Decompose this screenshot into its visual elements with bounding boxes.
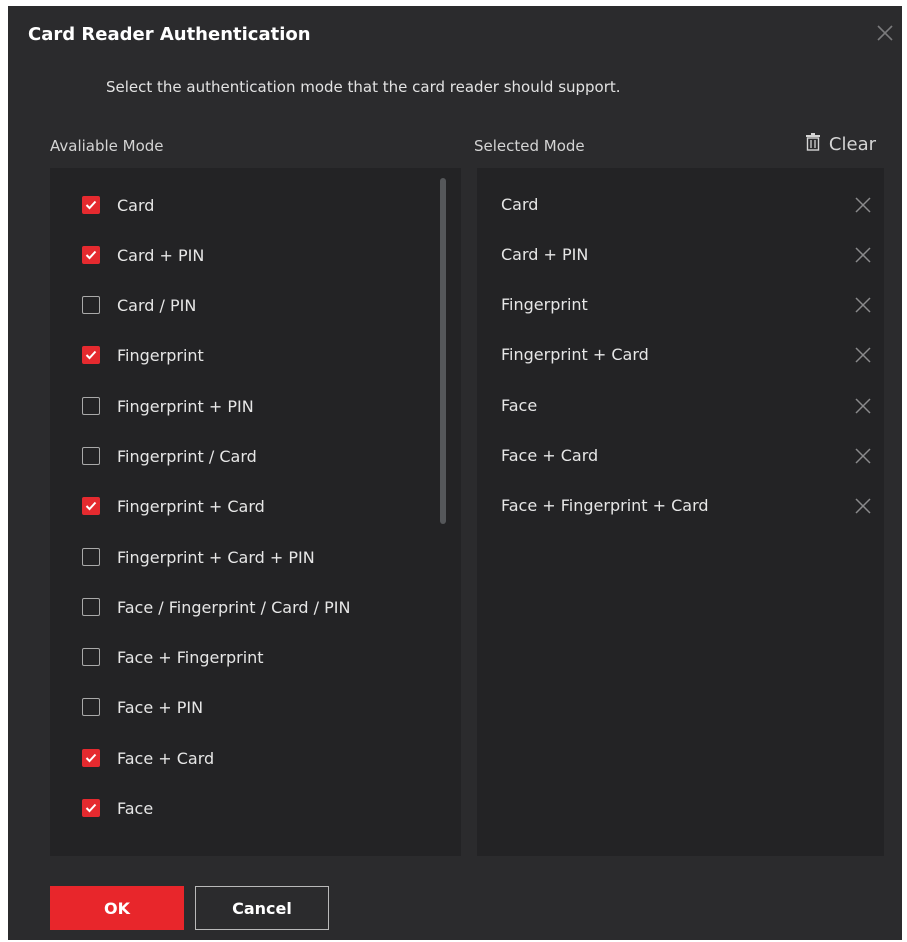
- available-mode-item[interactable]: Face / Fingerprint / Card / PIN: [82, 595, 350, 619]
- remove-icon[interactable]: [854, 447, 872, 465]
- clear-button[interactable]: Clear: [805, 133, 876, 156]
- mode-label: Card + PIN: [117, 245, 205, 265]
- trash-icon: [805, 133, 821, 156]
- remove-icon[interactable]: [854, 397, 872, 415]
- selected-mode-label: Face + Card: [501, 446, 599, 465]
- selected-mode-item: Fingerprint: [477, 293, 884, 317]
- mode-label: Card: [117, 195, 155, 215]
- mode-label: Face + Card: [117, 748, 215, 768]
- available-mode-item[interactable]: Fingerprint + PIN: [82, 394, 254, 418]
- mode-label: Face: [117, 798, 154, 818]
- selected-mode-label: Card + PIN: [501, 245, 589, 264]
- checkbox[interactable]: [82, 799, 100, 817]
- selected-mode-item: Card: [477, 193, 884, 217]
- mode-label: Face / Fingerprint / Card / PIN: [117, 597, 351, 617]
- remove-icon[interactable]: [854, 497, 872, 515]
- mode-label: Fingerprint + Card: [117, 496, 265, 516]
- mode-label: Fingerprint + Card + PIN: [117, 547, 315, 567]
- checkbox[interactable]: [82, 397, 100, 415]
- remove-icon[interactable]: [854, 246, 872, 264]
- mode-label: Fingerprint: [117, 345, 204, 365]
- selected-mode-item: Card + PIN: [477, 243, 884, 267]
- checkbox[interactable]: [82, 497, 100, 515]
- mode-label: Card / PIN: [117, 295, 197, 315]
- selected-mode-label: Fingerprint: [501, 295, 588, 314]
- ok-button[interactable]: OK: [50, 886, 184, 930]
- selected-mode-label: Face: [501, 396, 538, 415]
- checkbox[interactable]: [82, 196, 100, 214]
- available-mode-item[interactable]: Card + PIN: [82, 243, 204, 267]
- clear-label: Clear: [828, 134, 876, 155]
- available-mode-item[interactable]: Face + Fingerprint: [82, 645, 264, 669]
- available-mode-item[interactable]: Fingerprint / Card: [82, 444, 257, 468]
- dialog-title: Card Reader Authentication: [28, 24, 311, 45]
- selected-mode-item: Fingerprint + Card: [477, 343, 884, 367]
- available-mode-item[interactable]: Face + PIN: [82, 695, 203, 719]
- selected-mode-item: Face + Card: [477, 444, 884, 468]
- selected-mode-label: Card: [501, 195, 539, 214]
- available-mode-item[interactable]: Fingerprint + Card: [82, 494, 265, 518]
- available-mode-item[interactable]: Card / PIN: [82, 293, 196, 317]
- checkbox[interactable]: [82, 548, 100, 566]
- remove-icon[interactable]: [854, 346, 872, 364]
- checkbox[interactable]: [82, 598, 100, 616]
- mode-label: Fingerprint + PIN: [117, 396, 254, 416]
- close-icon[interactable]: [874, 22, 896, 44]
- available-mode-item[interactable]: Fingerprint: [82, 343, 204, 367]
- mode-label: Face + PIN: [117, 697, 204, 717]
- selected-mode-label: Selected Mode: [474, 137, 585, 155]
- remove-icon[interactable]: [854, 196, 872, 214]
- mode-label: Fingerprint / Card: [117, 446, 257, 466]
- checkbox[interactable]: [82, 246, 100, 264]
- checkbox[interactable]: [82, 296, 100, 314]
- checkbox[interactable]: [82, 648, 100, 666]
- checkbox[interactable]: [82, 698, 100, 716]
- checkbox[interactable]: [82, 346, 100, 364]
- available-mode-item[interactable]: Fingerprint + Card + PIN: [82, 545, 315, 569]
- checkbox[interactable]: [82, 447, 100, 465]
- checkbox[interactable]: [82, 749, 100, 767]
- available-mode-label: Avaliable Mode: [50, 137, 164, 155]
- available-mode-item[interactable]: Card: [82, 193, 154, 217]
- selected-mode-item: Face + Fingerprint + Card: [477, 494, 884, 518]
- cancel-button[interactable]: Cancel: [195, 886, 329, 930]
- selected-mode-label: Fingerprint + Card: [501, 345, 649, 364]
- card-reader-auth-dialog: Card Reader Authentication Select the au…: [8, 6, 902, 940]
- available-mode-item[interactable]: Face + Card: [82, 746, 214, 770]
- available-mode-item[interactable]: Face: [82, 796, 153, 820]
- dialog-subtitle: Select the authentication mode that the …: [106, 78, 621, 96]
- remove-icon[interactable]: [854, 296, 872, 314]
- selected-mode-label: Face + Fingerprint + Card: [501, 496, 709, 515]
- selected-mode-item: Face: [477, 394, 884, 418]
- mode-label: Face + Fingerprint: [117, 647, 264, 667]
- list-scrollbar[interactable]: [440, 178, 446, 524]
